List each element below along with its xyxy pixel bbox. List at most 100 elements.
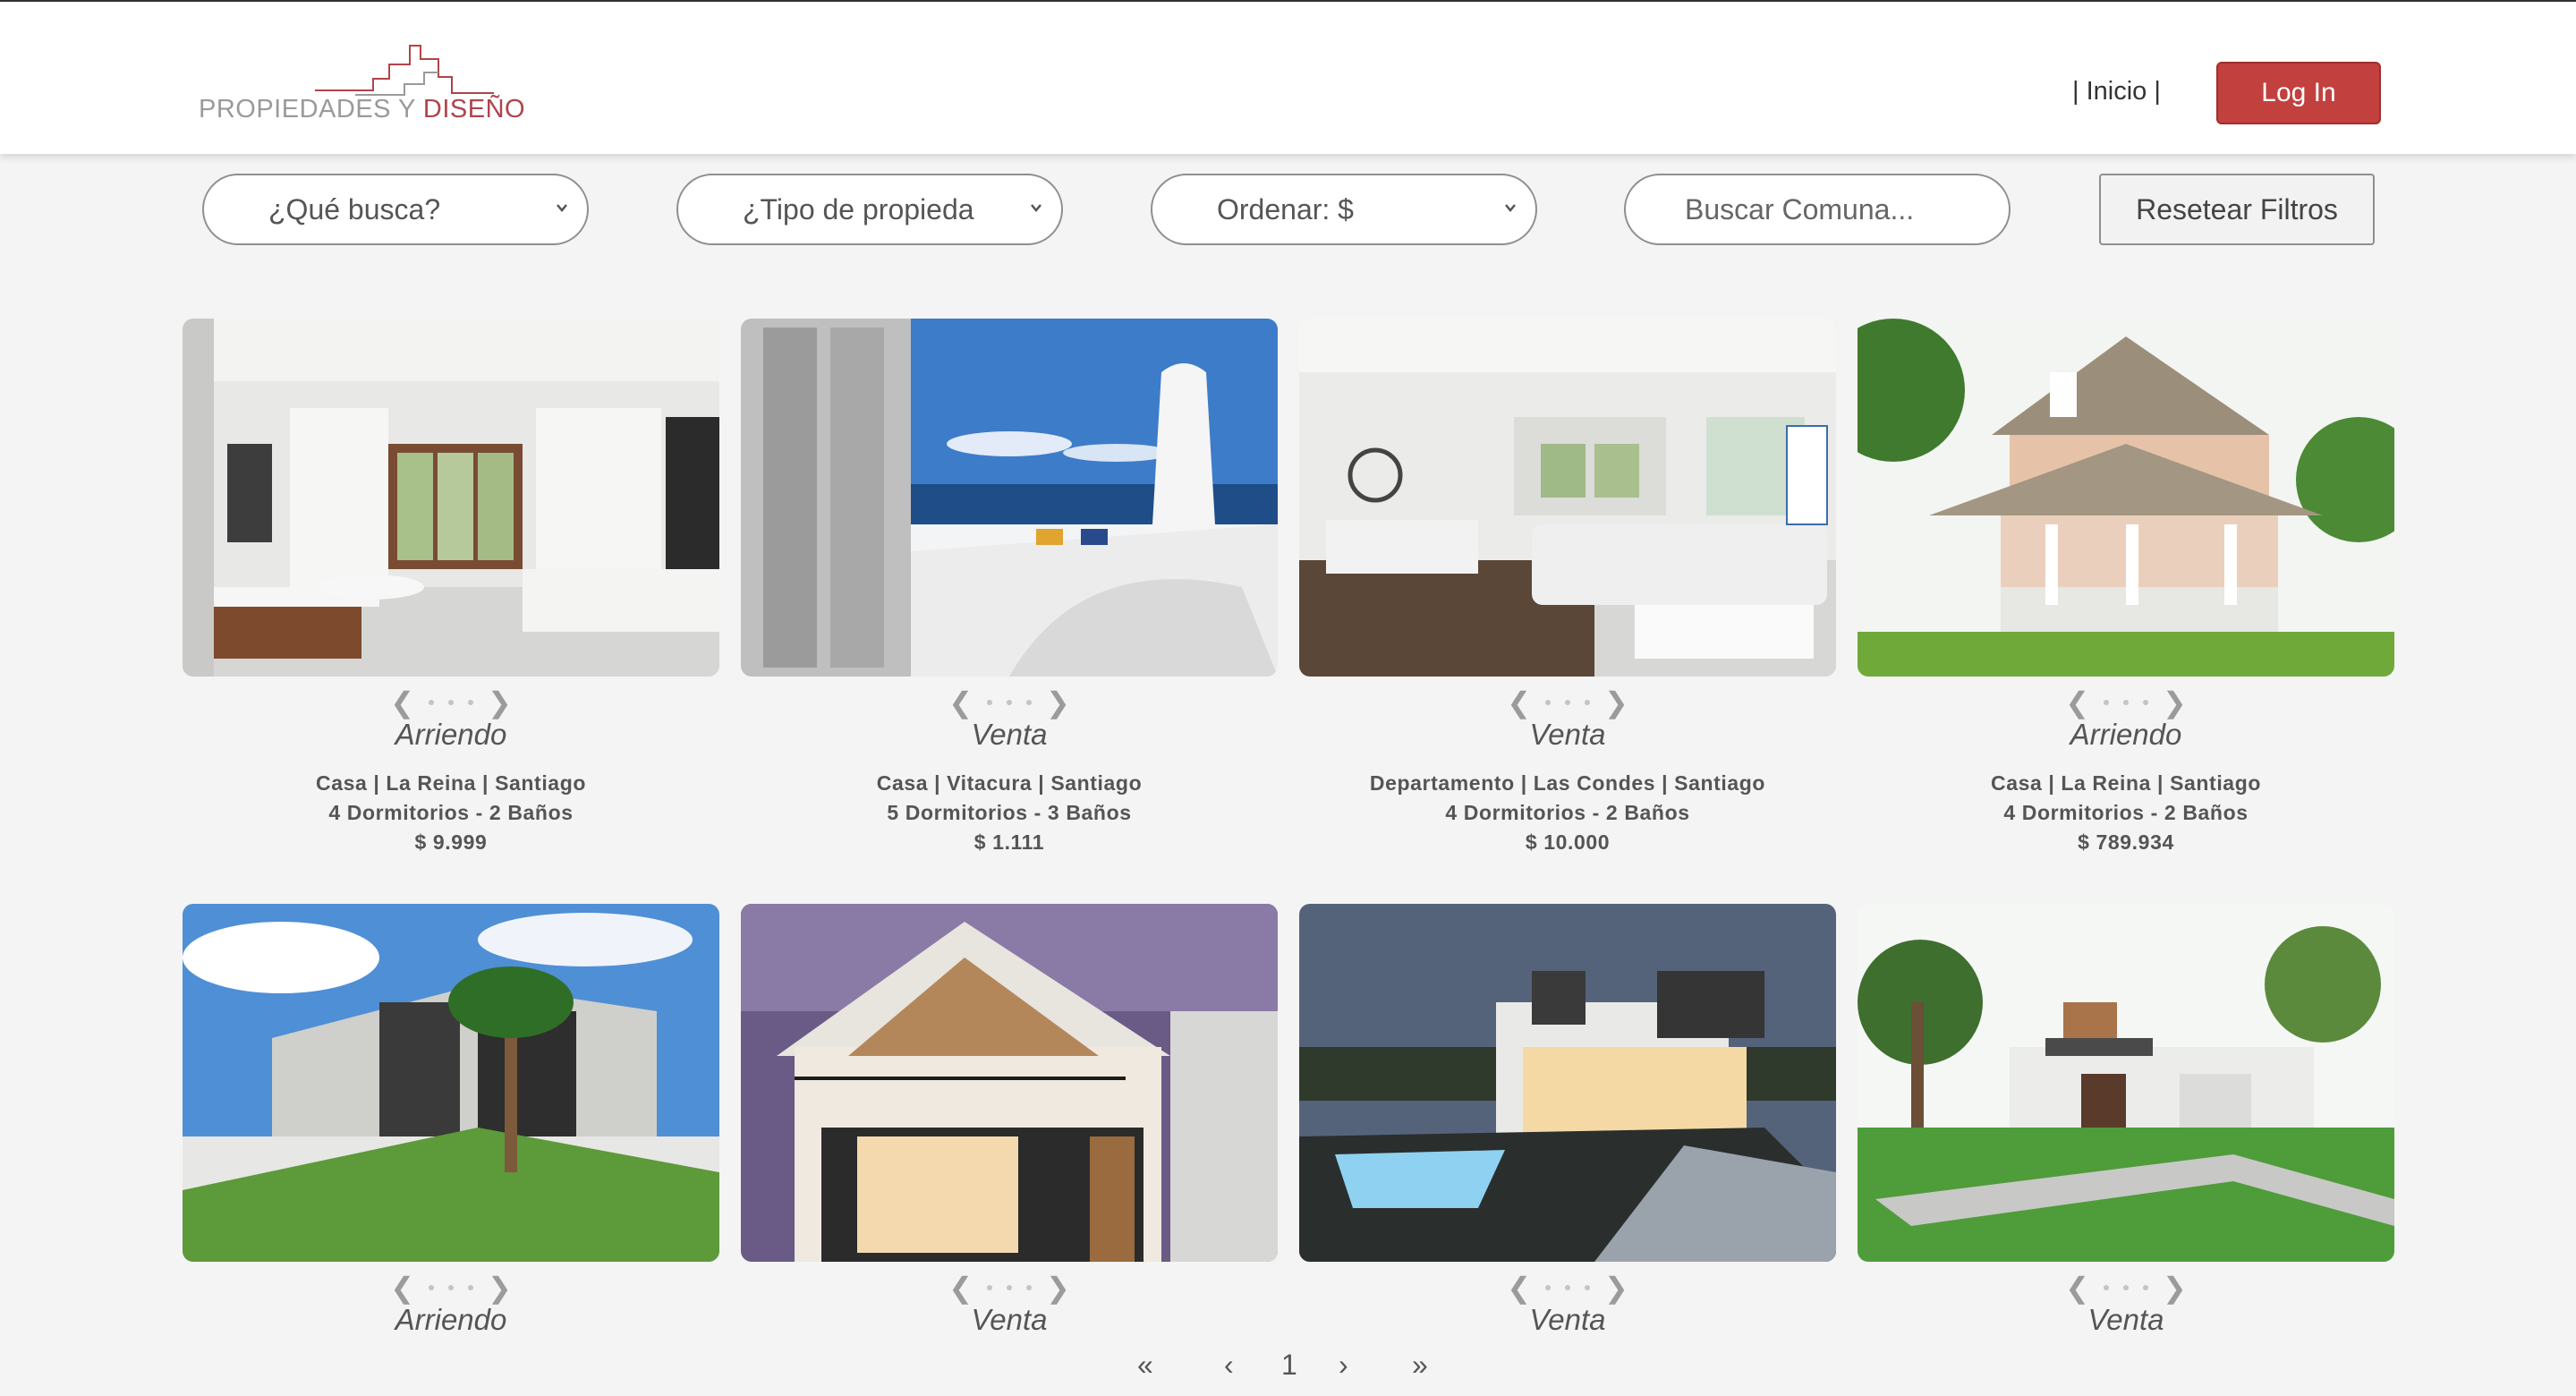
listing-price: $ 789.934 — [2078, 830, 2174, 854]
reset-filters-button[interactable]: Resetear Filtros — [2099, 174, 2375, 245]
tipo-propiedad-select[interactable]: ¿Tipo de propieda — [676, 174, 1063, 245]
logo-text-main: PROPIEDADES Y — [199, 95, 423, 123]
carousel-dot[interactable] — [2143, 700, 2148, 705]
listing-status: Arriendo — [395, 1303, 507, 1336]
current-page[interactable]: 1 — [1281, 1349, 1297, 1382]
listing-location: Casa | Vitacura | Santiago — [876, 771, 1143, 795]
carousel-dot[interactable] — [1026, 1285, 1032, 1290]
night-pool-house-image — [1299, 904, 1836, 1262]
listing-location: Departamento | Las Condes | Santiago — [1369, 771, 1766, 795]
carousel-dot[interactable] — [1585, 700, 1590, 705]
login-button[interactable]: Log In — [2216, 62, 2381, 124]
listing-rooms: 5 Dormitorios - 3 Baños — [887, 801, 1132, 824]
next-page-button[interactable]: › — [1339, 1349, 1348, 1382]
chevron-right-icon[interactable]: ❯ — [1604, 688, 1628, 717]
listing-status: Venta — [1529, 1303, 1606, 1336]
last-page-button[interactable]: » — [1412, 1349, 1428, 1382]
carousel-dot[interactable] — [1026, 700, 1032, 705]
carousel-dot[interactable] — [2143, 1285, 2148, 1290]
logo-text: PROPIEDADES Y DISEÑO — [199, 95, 525, 124]
chevron-down-icon — [557, 204, 567, 212]
chevron-left-icon[interactable]: ❮ — [390, 1273, 414, 1302]
carousel-dot[interactable] — [429, 700, 434, 705]
chevron-right-icon[interactable]: ❯ — [1604, 1273, 1628, 1302]
chevron-right-icon[interactable]: ❯ — [1046, 688, 1070, 717]
carousel-dot[interactable] — [468, 1285, 473, 1290]
site-logo[interactable]: PROPIEDADES Y DISEÑO — [199, 41, 557, 127]
chevron-right-icon[interactable]: ❯ — [2163, 688, 2187, 717]
carousel-dot[interactable] — [987, 700, 992, 705]
carousel-dot[interactable] — [468, 700, 473, 705]
listing-location: Casa | La Reina | Santiago — [1991, 771, 2261, 795]
carousel-dot[interactable] — [2104, 700, 2109, 705]
listing-status: Arriendo — [2070, 718, 2182, 751]
chevron-left-icon[interactable]: ❮ — [948, 1273, 973, 1302]
listing-rooms: 4 Dormitorios - 2 Baños — [328, 801, 574, 824]
carousel-dot[interactable] — [448, 1285, 454, 1290]
listing-status: Arriendo — [395, 718, 507, 751]
image-carousel-controls: ❮ ❯ — [183, 688, 719, 717]
listing-location: Casa | La Reina | Santiago — [316, 771, 586, 795]
chevron-right-icon[interactable]: ❯ — [488, 1273, 512, 1302]
listing-photo[interactable] — [183, 904, 719, 1262]
carousel-dot[interactable] — [1007, 1285, 1012, 1290]
listing-info: Casa | La Reina | Santiago 4 Dormitorios… — [1858, 769, 2394, 857]
chevron-left-icon[interactable]: ❮ — [2065, 1273, 2089, 1302]
chevron-left-icon[interactable]: ❮ — [1507, 1273, 1531, 1302]
chevron-right-icon[interactable]: ❯ — [2163, 1273, 2187, 1302]
listing-status: Venta — [2087, 1303, 2164, 1336]
chevron-left-icon[interactable]: ❮ — [2065, 688, 2089, 717]
modern-house-palm-image — [183, 904, 719, 1262]
image-carousel-controls: ❮ ❯ — [1858, 688, 2394, 717]
listing-info: Departamento | Las Condes | Santiago 4 D… — [1299, 769, 1836, 857]
listing-rooms: 4 Dormitorios - 2 Baños — [2003, 801, 2249, 824]
listing-photo[interactable] — [1299, 904, 1836, 1262]
comuna-search-input[interactable] — [1624, 174, 2011, 245]
apartment-living-room-image — [1299, 319, 1836, 677]
seaview-terrace-image — [741, 319, 1278, 677]
image-carousel-controls: ❮ ❯ — [1299, 1273, 1836, 1302]
carousel-dot[interactable] — [1585, 1285, 1590, 1290]
tipo-propiedad-label: ¿Tipo de propieda — [743, 193, 974, 226]
top-header: PROPIEDADES Y DISEÑO | Inicio | Log In — [0, 2, 2576, 154]
carousel-dot[interactable] — [2123, 700, 2129, 705]
first-page-button[interactable]: « — [1137, 1349, 1153, 1382]
que-busca-select[interactable]: ¿Qué busca? — [202, 174, 589, 245]
carousel-dot[interactable] — [2123, 1285, 2129, 1290]
image-carousel-controls: ❮ ❯ — [1299, 688, 1836, 717]
listing-photo[interactable] — [1858, 904, 2394, 1262]
nav-inicio-link[interactable]: | Inicio | — [2072, 77, 2161, 106]
listing-photo[interactable] — [1858, 319, 2394, 677]
ordenar-select[interactable]: Ordenar: $ — [1151, 174, 1537, 245]
listing-price: $ 9.999 — [414, 830, 488, 854]
listing-photo[interactable] — [741, 904, 1278, 1262]
prev-page-button[interactable]: ‹ — [1224, 1349, 1234, 1382]
house-porch-image — [1858, 319, 2394, 677]
carousel-dot[interactable] — [987, 1285, 992, 1290]
carousel-dot[interactable] — [1565, 1285, 1570, 1290]
listing-photo[interactable] — [741, 319, 1278, 677]
logo-text-accent: DISEÑO — [422, 95, 526, 123]
chevron-down-icon — [1031, 204, 1041, 212]
chevron-left-icon[interactable]: ❮ — [1507, 688, 1531, 717]
listing-price: $ 1.111 — [973, 830, 1045, 854]
chevron-left-icon[interactable]: ❮ — [390, 688, 414, 717]
chevron-right-icon[interactable]: ❯ — [1046, 1273, 1070, 1302]
listing-status: Venta — [971, 1303, 1048, 1336]
listing-status: Venta — [1529, 718, 1606, 751]
carousel-dot[interactable] — [429, 1285, 434, 1290]
listing-photo[interactable] — [1299, 319, 1836, 677]
carousel-dot[interactable] — [2104, 1285, 2109, 1290]
carousel-dot[interactable] — [1545, 700, 1551, 705]
chevron-left-icon[interactable]: ❮ — [948, 688, 973, 717]
carousel-dot[interactable] — [448, 700, 454, 705]
pagination: « ‹ 1 › » — [1132, 1349, 1454, 1384]
listing-photo[interactable] — [183, 319, 719, 677]
interior-living-room-image — [183, 319, 719, 677]
image-carousel-controls: ❮ ❯ — [183, 1273, 719, 1302]
ordenar-label: Ordenar: $ — [1217, 193, 1354, 226]
chevron-right-icon[interactable]: ❯ — [488, 688, 512, 717]
carousel-dot[interactable] — [1007, 700, 1012, 705]
carousel-dot[interactable] — [1565, 700, 1570, 705]
carousel-dot[interactable] — [1545, 1285, 1551, 1290]
